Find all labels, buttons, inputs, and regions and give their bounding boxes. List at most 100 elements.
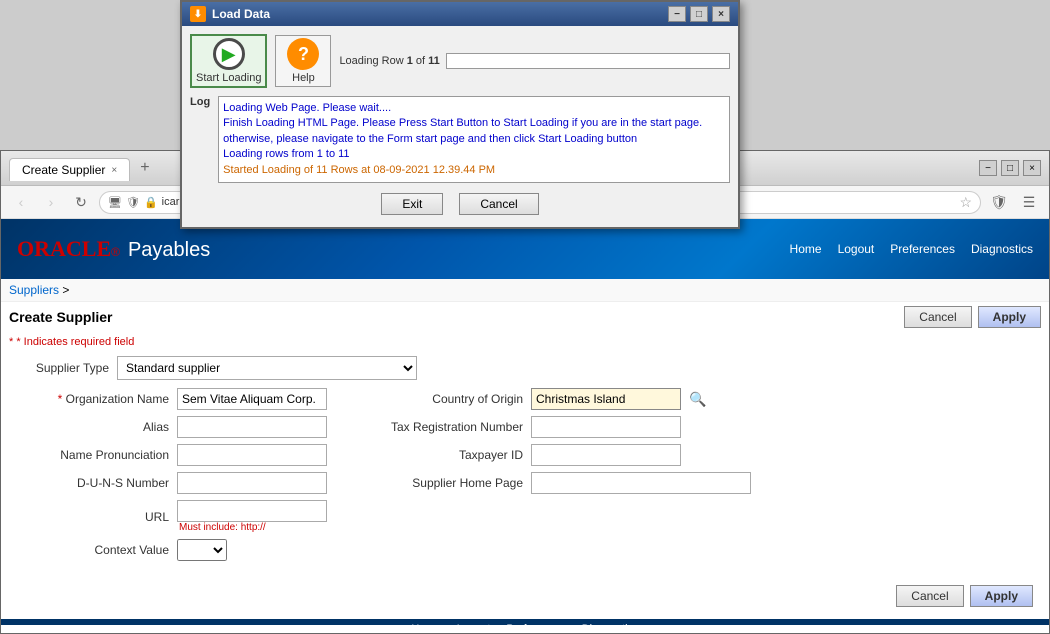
url-label: URL — [9, 510, 169, 524]
breadcrumb: Suppliers > — [1, 279, 1049, 302]
page-title: Create Supplier — [9, 309, 112, 325]
loading-row-section: Loading Row 1 of 11 — [339, 53, 730, 69]
url-hint: Must include: http:// — [179, 522, 327, 533]
help-button[interactable]: ? Help — [275, 35, 331, 87]
log-label: Log — [190, 96, 210, 183]
duns-input[interactable] — [177, 472, 327, 494]
browser-window-controls: − □ × — [979, 160, 1041, 176]
cancel-top-button[interactable]: Cancel — [904, 306, 971, 328]
start-loading-button[interactable]: ▶ Start Loading — [190, 34, 267, 88]
start-loading-icon: ▶ — [213, 38, 245, 70]
log-line-3: otherwise, please navigate to the Form s… — [223, 132, 725, 147]
url-row: URL Must include: http:// — [9, 500, 327, 533]
cancel-bottom-button[interactable]: Cancel — [896, 585, 963, 607]
help-icon: ? — [287, 38, 319, 70]
log-line-2: Finish Loading HTML Page. Please Press S… — [223, 116, 725, 131]
browser-minimize-button[interactable]: − — [979, 160, 997, 176]
log-line-5: Started Loading of 11 Rows at 08-09-2021… — [223, 163, 725, 178]
country-label: Country of Origin — [383, 392, 523, 406]
name-pronunciation-input[interactable] — [177, 444, 327, 466]
header-logout-link[interactable]: Logout — [838, 242, 875, 256]
load-data-footer: Exit Cancel — [190, 189, 730, 219]
log-box: Loading Web Page. Please wait.... Finish… — [218, 96, 730, 183]
cancel-dialog-button[interactable]: Cancel — [459, 193, 538, 215]
form-columns: * Organization Name Alias Name Pronuncia… — [9, 388, 1041, 561]
ld-close-btn[interactable]: × — [712, 6, 730, 22]
header-nav: Home Logout Preferences Diagnostics — [790, 242, 1033, 256]
header-home-link[interactable]: Home — [790, 242, 822, 256]
load-data-icon: ⬇ — [190, 6, 206, 22]
country-row: Country of Origin 🔍 — [383, 388, 751, 410]
footer-diagnostics-link[interactable]: Diagnostics — [582, 623, 639, 625]
form-right-column: Country of Origin 🔍 Tax Registration Num… — [383, 388, 751, 561]
loading-row-text: Loading Row 1 of 11 — [339, 55, 439, 67]
footer-preferences-link[interactable]: Preferences — [506, 623, 565, 625]
oracle-logo: ORACLE ® Payables — [17, 236, 210, 262]
load-data-controls: − □ × — [668, 6, 730, 22]
alias-row: Alias — [9, 416, 327, 438]
oracle-app: ORACLE ® Payables Home Logout Preference… — [1, 219, 1049, 625]
log-line-4: Loading rows from 1 to 11 — [223, 147, 725, 162]
taxpayer-row: Taxpayer ID — [383, 444, 751, 466]
refresh-button[interactable]: ↻ — [69, 190, 93, 214]
context-value-select[interactable] — [177, 539, 227, 561]
org-name-input[interactable] — [177, 388, 327, 410]
browser-close-button[interactable]: × — [1023, 160, 1041, 176]
shield-extra-icon[interactable]: 🛡 — [987, 190, 1011, 214]
url-section: Must include: http:// — [177, 500, 327, 533]
org-name-label: * Organization Name — [9, 392, 169, 406]
load-data-content: ▶ Start Loading ? Help Loading Row 1 of … — [182, 26, 738, 227]
context-value-row: Context Value — [9, 539, 327, 561]
start-loading-label: Start Loading — [196, 72, 261, 84]
ld-minimize-btn[interactable]: − — [668, 6, 686, 22]
log-line-1: Loading Web Page. Please wait.... — [223, 101, 725, 116]
apply-top-button[interactable]: Apply — [978, 306, 1041, 328]
taxpayer-input[interactable] — [531, 444, 681, 466]
ld-maximize-btn[interactable]: □ — [690, 6, 708, 22]
url-input[interactable] — [177, 500, 327, 522]
footer-logout-link[interactable]: Logout — [457, 623, 491, 625]
action-buttons-bottom: Cancel Apply — [9, 577, 1041, 615]
supplier-home-page-row: Supplier Home Page — [383, 472, 751, 494]
action-buttons-top: Cancel Apply — [904, 306, 1041, 328]
country-input[interactable] — [531, 388, 681, 410]
oracle-logo-text: ORACLE — [17, 236, 111, 262]
apply-bottom-button[interactable]: Apply — [970, 585, 1033, 607]
breadcrumb-separator: > — [62, 283, 69, 297]
page-icon: 🖥 — [108, 196, 122, 209]
shield-icon: 🛡 — [126, 196, 140, 209]
duns-row: D-U-N-S Number — [9, 472, 327, 494]
supplier-type-select[interactable]: Standard supplier Employee Contractor — [117, 356, 417, 380]
breadcrumb-suppliers-link[interactable]: Suppliers — [9, 283, 59, 297]
context-value-label: Context Value — [9, 543, 169, 557]
supplier-type-row: Supplier Type Standard supplier Employee… — [9, 356, 1041, 380]
content-area: * * Indicates required field Supplier Ty… — [1, 332, 1049, 619]
help-label: Help — [292, 72, 315, 84]
required-note: * * Indicates required field — [9, 336, 1041, 348]
exit-button[interactable]: Exit — [381, 193, 443, 215]
browser-maximize-button[interactable]: □ — [1001, 160, 1019, 176]
browser-tab-create-supplier[interactable]: Create Supplier × — [9, 158, 130, 181]
back-button[interactable]: ‹ — [9, 190, 33, 214]
alias-input[interactable] — [177, 416, 327, 438]
footer-home-link[interactable]: Home — [411, 623, 440, 625]
header-diagnostics-link[interactable]: Diagnostics — [971, 242, 1033, 256]
country-search-icon[interactable]: 🔍 — [689, 391, 706, 408]
tax-reg-row: Tax Registration Number — [383, 416, 751, 438]
browser-tabs: Create Supplier × + — [9, 155, 158, 181]
menu-button[interactable]: ☰ — [1017, 190, 1041, 214]
tax-reg-input[interactable] — [531, 416, 681, 438]
new-tab-button[interactable]: + — [132, 155, 157, 181]
forward-button[interactable]: › — [39, 190, 63, 214]
load-data-title: Load Data — [212, 7, 270, 21]
tab-label: Create Supplier — [22, 163, 105, 177]
form-left-column: * Organization Name Alias Name Pronuncia… — [9, 388, 327, 561]
tab-close-icon[interactable]: × — [111, 165, 117, 176]
bookmark-icon[interactable]: ☆ — [959, 194, 972, 211]
app-name-text: Payables — [128, 239, 210, 262]
supplier-home-page-input[interactable] — [531, 472, 751, 494]
load-data-toolbar: ▶ Start Loading ? Help Loading Row 1 of … — [190, 34, 730, 88]
org-name-row: * Organization Name — [9, 388, 327, 410]
load-data-window: ⬇ Load Data − □ × ▶ Start Loading ? Help… — [180, 0, 740, 229]
header-preferences-link[interactable]: Preferences — [890, 242, 955, 256]
